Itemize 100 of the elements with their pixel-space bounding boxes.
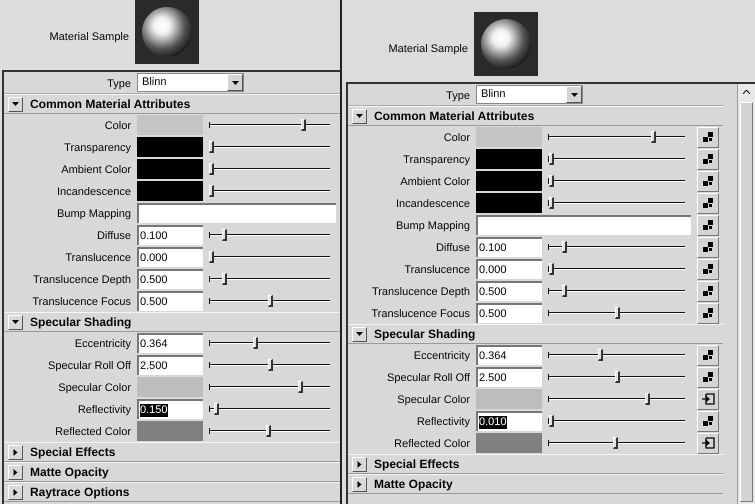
slider-thumb[interactable]: [644, 393, 650, 405]
map-button[interactable]: [697, 214, 719, 236]
slider[interactable]: [209, 273, 330, 285]
color-swatch[interactable]: [476, 389, 542, 409]
slider[interactable]: [548, 153, 685, 165]
slider-thumb[interactable]: [598, 349, 604, 361]
color-swatch[interactable]: [137, 377, 203, 397]
color-swatch[interactable]: [476, 127, 542, 147]
slider-thumb[interactable]: [614, 371, 620, 383]
slider-thumb[interactable]: [222, 229, 227, 241]
slider-thumb[interactable]: [651, 131, 656, 143]
map-button[interactable]: [697, 388, 719, 410]
number-field[interactable]: 0.100: [476, 237, 542, 257]
slider[interactable]: [548, 131, 685, 143]
number-field[interactable]: 2.500: [476, 367, 542, 387]
map-button[interactable]: [697, 410, 719, 432]
slider[interactable]: [209, 141, 330, 153]
map-button[interactable]: [697, 366, 719, 388]
map-button[interactable]: [697, 258, 719, 280]
input-field[interactable]: [476, 215, 691, 235]
slider-thumb[interactable]: [252, 337, 258, 349]
color-swatch[interactable]: [476, 149, 542, 169]
slider[interactable]: [209, 381, 330, 393]
number-field[interactable]: 0.010: [476, 411, 542, 431]
slider-thumb[interactable]: [613, 437, 618, 449]
slider[interactable]: [548, 307, 685, 319]
slider-thumb[interactable]: [268, 359, 272, 371]
input-field[interactable]: [137, 203, 336, 223]
type-dropdown[interactable]: Blinn: [137, 73, 244, 92]
slider[interactable]: [209, 251, 330, 263]
color-swatch[interactable]: [137, 421, 203, 441]
section-toggle[interactable]: [8, 96, 23, 112]
section-toggle[interactable]: [352, 476, 367, 492]
map-button[interactable]: [697, 192, 719, 214]
color-swatch[interactable]: [476, 171, 542, 191]
slider[interactable]: [209, 185, 330, 197]
color-swatch[interactable]: [137, 115, 203, 135]
section-toggle[interactable]: [8, 444, 23, 460]
number-field[interactable]: 0.150: [137, 399, 203, 419]
slider[interactable]: [209, 425, 330, 437]
number-field[interactable]: 2.500: [137, 355, 203, 375]
slider-thumb[interactable]: [209, 251, 214, 263]
slider[interactable]: [548, 415, 685, 427]
slider-thumb[interactable]: [562, 241, 568, 253]
number-field[interactable]: 0.500: [137, 291, 203, 311]
slider-thumb[interactable]: [222, 273, 227, 285]
slider-thumb[interactable]: [614, 307, 620, 319]
section-toggle[interactable]: [8, 314, 23, 330]
slider-thumb[interactable]: [268, 295, 272, 307]
slider[interactable]: [548, 437, 685, 449]
map-button[interactable]: [697, 302, 719, 324]
map-button[interactable]: [697, 344, 719, 366]
color-swatch[interactable]: [137, 137, 203, 157]
slider[interactable]: [548, 175, 685, 187]
map-button[interactable]: [697, 148, 719, 170]
slider-thumb[interactable]: [209, 163, 214, 175]
color-swatch[interactable]: [476, 433, 542, 453]
section-toggle[interactable]: [8, 464, 23, 480]
slider-thumb[interactable]: [214, 403, 220, 415]
map-button[interactable]: [697, 126, 719, 148]
slider[interactable]: [209, 359, 330, 371]
slider[interactable]: [548, 393, 685, 405]
slider-thumb[interactable]: [301, 119, 306, 131]
map-button[interactable]: [697, 236, 719, 258]
slider[interactable]: [209, 295, 330, 307]
section-toggle[interactable]: [352, 108, 367, 124]
slider-thumb[interactable]: [548, 175, 554, 187]
slider-thumb[interactable]: [266, 425, 272, 437]
slider[interactable]: [209, 119, 330, 131]
slider-thumb[interactable]: [548, 415, 554, 427]
slider-thumb[interactable]: [548, 153, 554, 165]
color-swatch[interactable]: [476, 193, 542, 213]
number-field[interactable]: 0.364: [137, 333, 203, 353]
slider-thumb[interactable]: [548, 263, 554, 275]
slider[interactable]: [209, 403, 330, 415]
slider[interactable]: [209, 163, 330, 175]
number-field[interactable]: 0.100: [137, 225, 203, 245]
slider-thumb[interactable]: [562, 285, 568, 297]
color-swatch[interactable]: [137, 181, 203, 201]
map-button[interactable]: [697, 432, 719, 454]
section-toggle[interactable]: [352, 326, 367, 342]
slider-thumb[interactable]: [209, 185, 214, 197]
type-dropdown[interactable]: Blinn: [476, 85, 583, 104]
number-field[interactable]: 0.500: [476, 303, 542, 323]
scrollbar[interactable]: [737, 84, 755, 504]
slider-thumb[interactable]: [209, 141, 214, 153]
slider[interactable]: [548, 371, 685, 383]
slider[interactable]: [548, 263, 685, 275]
number-field[interactable]: 0.500: [476, 281, 542, 301]
slider[interactable]: [548, 285, 685, 297]
slider-thumb[interactable]: [548, 197, 554, 209]
map-button[interactable]: [697, 280, 719, 302]
slider[interactable]: [548, 241, 685, 253]
number-field[interactable]: 0.000: [137, 247, 203, 267]
number-field[interactable]: 0.000: [476, 259, 542, 279]
slider[interactable]: [209, 337, 330, 349]
slider-thumb[interactable]: [298, 381, 303, 393]
number-field[interactable]: 0.500: [137, 269, 203, 289]
color-swatch[interactable]: [137, 159, 203, 179]
section-toggle[interactable]: [352, 456, 367, 472]
